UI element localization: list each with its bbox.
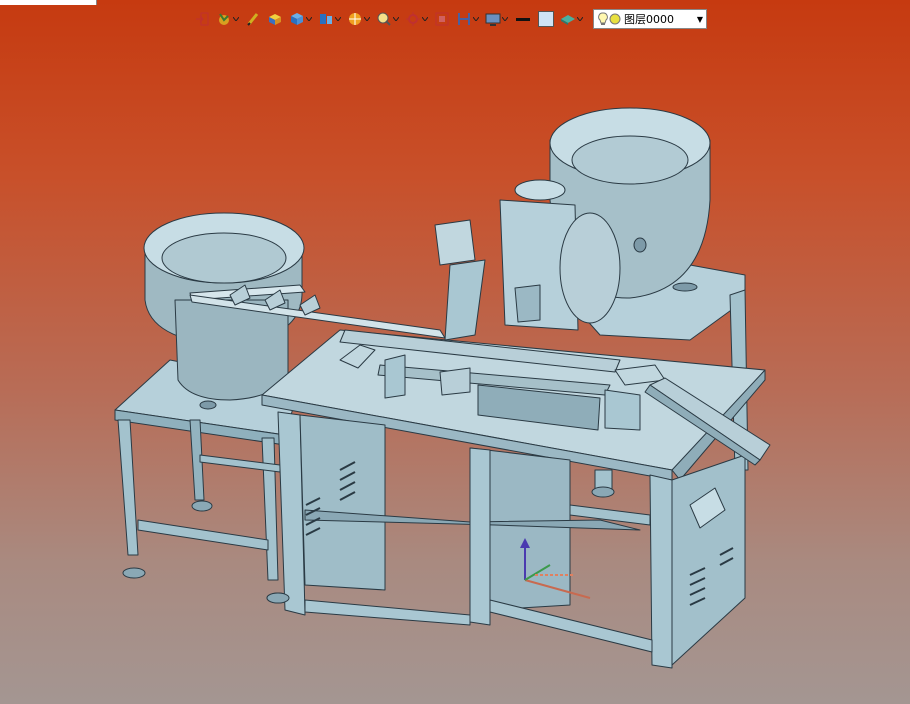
pen-tool-icon (247, 13, 259, 26)
display-button[interactable] (483, 9, 510, 29)
fill-color-swatch[interactable] (538, 11, 554, 27)
cube-view-button[interactable] (287, 9, 314, 29)
layer-selector[interactable]: 图层0000 ▼ (593, 9, 707, 29)
layer-name: 图层0000 (624, 13, 674, 26)
display-icon (485, 13, 501, 26)
cube-split-button[interactable] (316, 9, 343, 29)
zoom-icon (377, 12, 391, 26)
material-button[interactable] (558, 9, 585, 29)
zoom-button[interactable] (374, 9, 401, 29)
chevron-down-icon (335, 17, 341, 21)
pan-icon (406, 12, 420, 26)
dropdown-arrow-icon: ▼ (696, 14, 703, 24)
chevron-down-icon (502, 17, 508, 21)
chevron-down-icon (364, 17, 370, 21)
lightbulb-icon (598, 12, 608, 25)
pen-tool-button[interactable] (243, 9, 263, 29)
chevron-down-icon (473, 17, 479, 21)
cad-viewport[interactable] (0, 0, 910, 704)
box-solid-icon (269, 14, 281, 25)
render-style-icon (349, 13, 361, 25)
layer-status-icon (609, 13, 621, 25)
exit-sketch-button[interactable] (192, 9, 212, 29)
fit-view-icon (435, 12, 449, 26)
chevron-down-icon (577, 17, 583, 21)
material-icon (561, 15, 575, 25)
chevron-down-icon (233, 17, 239, 21)
section-icon (458, 13, 470, 25)
render-style-button[interactable] (345, 9, 372, 29)
chevron-down-icon (306, 17, 312, 21)
view-toolbar: 图层0000 ▼ (192, 8, 707, 30)
chevron-down-icon (393, 17, 399, 21)
line-color-swatch[interactable] (516, 17, 530, 21)
point-tool-button[interactable] (214, 9, 241, 29)
exit-sketch-icon (196, 12, 209, 26)
section-button[interactable] (454, 9, 481, 29)
cube-split-icon (320, 14, 332, 24)
box-solid-button[interactable] (265, 9, 285, 29)
chevron-down-icon (422, 17, 428, 21)
fit-view-button[interactable] (432, 9, 452, 29)
cube-view-icon (291, 13, 303, 25)
pan-button[interactable] (403, 9, 430, 29)
point-tool-icon (219, 13, 229, 25)
